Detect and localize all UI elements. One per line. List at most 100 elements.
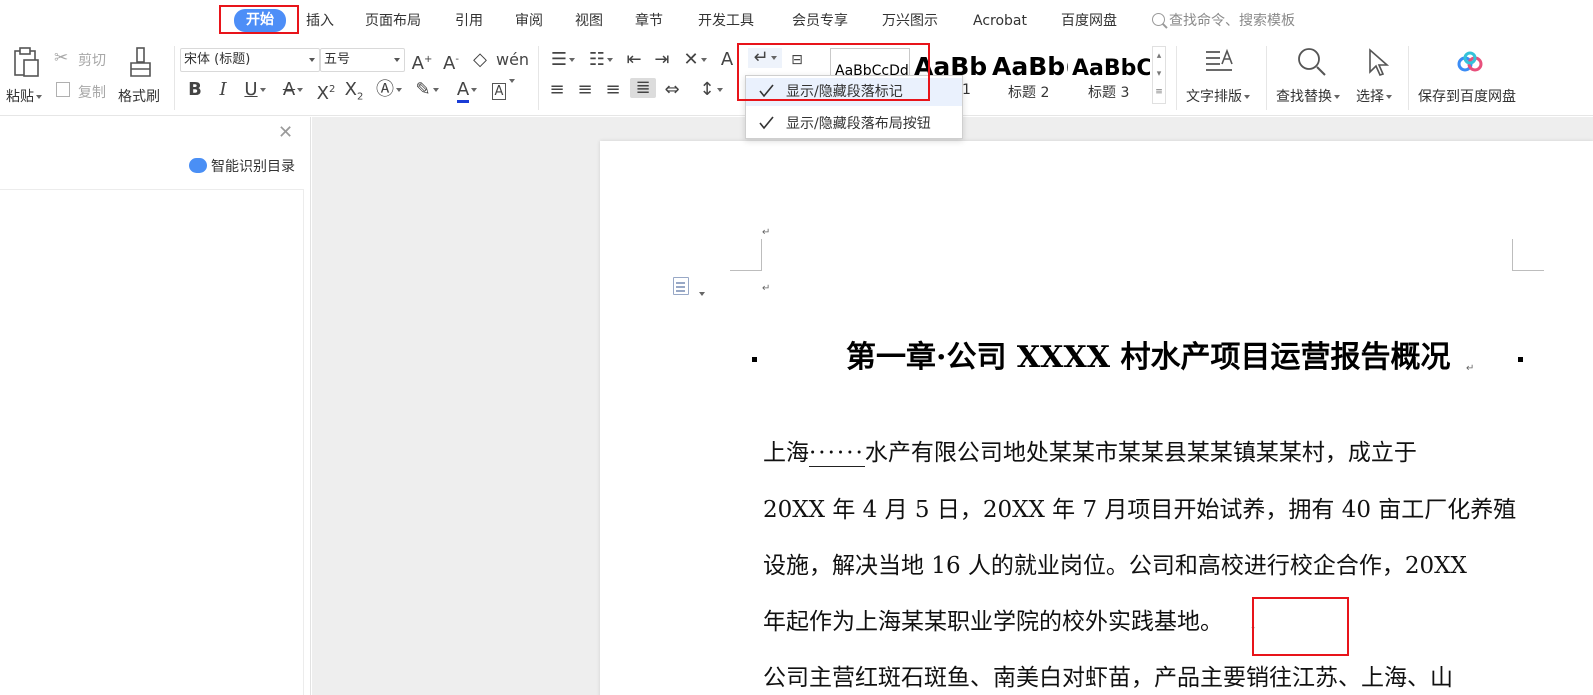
select-label: 选择	[1356, 89, 1384, 105]
tab-developer[interactable]: 开发工具	[698, 10, 754, 32]
list-bullet	[1518, 357, 1523, 362]
decrease-indent-icon[interactable]: ⇤	[622, 50, 646, 70]
increase-indent-icon[interactable]: ⇥	[650, 50, 674, 70]
tab-references[interactable]: 引用	[455, 10, 483, 32]
paste-label: 粘贴	[6, 89, 34, 105]
tab-section[interactable]: 章节	[635, 10, 663, 32]
show-hide-paragraph-marks-button[interactable]: ↵	[748, 48, 782, 68]
align-right-icon[interactable]: ≡	[602, 80, 624, 100]
tab-review[interactable]: 审阅	[515, 10, 543, 32]
tab-insert[interactable]: 插入	[306, 10, 334, 32]
magnifier-icon	[1298, 48, 1326, 76]
distribute-icon[interactable]: ⇔	[660, 80, 684, 100]
chinese-layout-icon[interactable]: ✕	[678, 50, 712, 70]
decrease-font-icon[interactable]: A-	[440, 50, 462, 74]
numbered-list-icon[interactable]: ☷	[584, 50, 618, 70]
chevron-down-icon	[309, 58, 315, 62]
copy-button[interactable]: 复制	[54, 80, 112, 102]
style-heading-1-label: 1	[962, 82, 971, 98]
tab-home[interactable]: 开始	[234, 9, 286, 32]
paintbrush-icon	[130, 47, 151, 77]
cursor-arrow-icon	[1369, 48, 1390, 76]
search-icon	[1152, 13, 1165, 26]
smart-toc-label: 智能识别目录	[211, 159, 295, 175]
ruler-icon[interactable]: ⊟	[784, 50, 810, 70]
highlight-color-icon[interactable]: ✎	[410, 80, 444, 100]
smart-toc-button[interactable]: 智能识别目录	[189, 157, 295, 177]
character-border-icon[interactable]: A	[488, 80, 510, 102]
menu-bar: 开始 插入 页面布局 引用 审阅 视图 章节 开发工具 会员专享 万兴图示 Ac…	[0, 0, 1593, 40]
toc-list[interactable]	[0, 189, 304, 695]
document-icon[interactable]	[673, 277, 689, 295]
increase-font-icon[interactable]: A+	[411, 50, 433, 74]
save-to-baidu-label: 保存到百度网盘	[1418, 89, 1516, 105]
command-search[interactable]: 查找命令、搜索模板	[1152, 10, 1295, 32]
text-effect-icon[interactable]: Ⓐ	[372, 80, 406, 100]
paragraph-mark: ↵	[762, 283, 771, 294]
underline-icon[interactable]: U	[238, 80, 272, 100]
margin-corner-mark	[730, 239, 762, 271]
document-page[interactable]: ↵ ↵ 第一章·公司 XXXX 村水产项目运营报告概况 ↵ 上海······水产…	[600, 141, 1593, 695]
chevron-down-icon[interactable]	[697, 283, 705, 302]
font-name-select[interactable]: 宋体 (标题)	[180, 48, 320, 72]
bold-icon[interactable]: B	[184, 80, 206, 100]
style-heading-3-label: 标题 3	[1088, 85, 1130, 101]
toggle-paragraph-layout-label: 显示/隐藏段落布局按钮	[786, 116, 931, 132]
find-replace-label: 查找替换	[1276, 89, 1332, 105]
save-to-baidu-button[interactable]: 保存到百度网盘	[1416, 44, 1526, 110]
chevron-down-icon	[394, 58, 400, 62]
bullet-list-icon[interactable]: ☰	[546, 50, 580, 70]
justify-icon[interactable]: ≣	[630, 78, 656, 98]
body-text: 年起作为上海某某职业学院的校外实践基地。	[763, 609, 1223, 635]
paste-button[interactable]: 粘贴	[4, 44, 46, 110]
paragraph-mark: ↓	[1249, 621, 1258, 632]
strikethrough-icon[interactable]: A	[276, 80, 310, 100]
clear-format-icon[interactable]: ◇	[469, 50, 491, 70]
tab-baidu-netdisk[interactable]: 百度网盘	[1061, 10, 1117, 32]
body-text: 上海	[763, 440, 809, 466]
chevron-down-icon	[36, 95, 42, 99]
divider	[538, 46, 539, 110]
text-layout-button[interactable]: 文字排版	[1184, 44, 1258, 110]
divider	[1266, 46, 1267, 110]
paragraph-mark: ↵	[762, 227, 771, 238]
body-line: 20XX 年 4 月 5 日，20XX 年 7 月项目开始试养，拥有 40 亩工…	[763, 497, 1517, 523]
divider	[174, 46, 175, 110]
superscript-icon[interactable]: X2	[314, 80, 338, 104]
toggle-paragraph-marks-label: 显示/隐藏段落标记	[786, 84, 903, 100]
tab-page-layout[interactable]: 页面布局	[365, 10, 421, 32]
smart-recognize-icon	[189, 157, 207, 173]
align-left-icon[interactable]: ≡	[546, 80, 568, 100]
scissors-icon: ✂	[54, 48, 69, 68]
paragraph-mark: ↵	[1466, 363, 1475, 374]
find-replace-button[interactable]: 查找替换	[1274, 44, 1350, 110]
toggle-paragraph-marks-item[interactable]: 显示/隐藏段落标记	[746, 78, 962, 106]
font-size-select[interactable]: 五号	[320, 48, 405, 72]
body-text: 水产有限公司地处某某市某某县某某镇某某村，成立于	[864, 440, 1417, 466]
margin-corner-mark	[1512, 239, 1544, 271]
align-center-icon[interactable]: ≡	[574, 80, 596, 100]
check-icon	[759, 84, 774, 98]
subscript-icon[interactable]: X2	[342, 80, 366, 108]
tab-wondershare[interactable]: 万兴图示	[882, 10, 938, 32]
cut-button[interactable]: ✂ 剪切	[54, 48, 112, 70]
select-button[interactable]: 选择	[1354, 44, 1400, 110]
line-spacing-icon[interactable]: ↕	[694, 80, 728, 100]
toggle-paragraph-layout-item[interactable]: 显示/隐藏段落布局按钮	[746, 110, 962, 138]
font-color-icon[interactable]: A	[450, 79, 484, 103]
close-icon[interactable]: ✕	[278, 123, 293, 143]
sort-icon[interactable]: A	[716, 50, 738, 70]
tab-member[interactable]: 会员专享	[792, 10, 848, 32]
body-line: 上海······水产有限公司地处某某市某某县某某镇某某村，成立于	[763, 438, 1417, 468]
format-painter-button[interactable]: 格式刷	[116, 44, 166, 110]
body-line: 公司主营红斑石斑鱼、南美白对虾苗，产品主要销往江苏、上海、山	[763, 665, 1453, 691]
font-size-value: 五号	[324, 52, 351, 67]
text-layout-label: 文字排版	[1186, 89, 1242, 105]
check-icon	[759, 116, 774, 130]
paragraph-marks-dropdown: 显示/隐藏段落标记 显示/隐藏段落布局按钮	[745, 75, 963, 139]
styles-scroll[interactable]: ▴ ▾ ≡	[1152, 46, 1166, 104]
tab-view[interactable]: 视图	[575, 10, 603, 32]
tab-acrobat[interactable]: Acrobat	[973, 10, 1027, 32]
command-search-placeholder: 查找命令、搜索模板	[1169, 13, 1295, 29]
italic-icon[interactable]: I	[212, 80, 234, 100]
